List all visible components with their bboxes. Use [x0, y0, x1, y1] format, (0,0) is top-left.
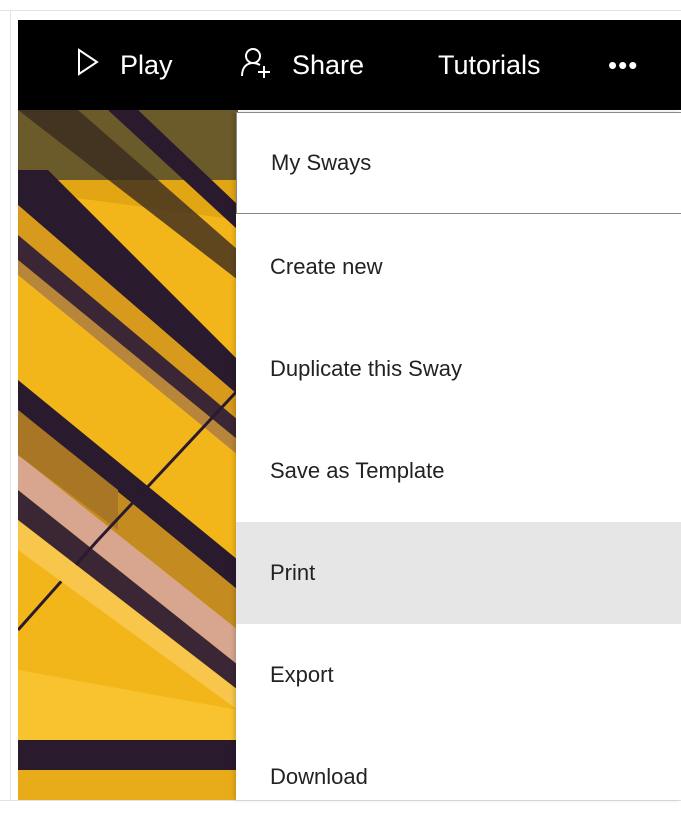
menu-item-create-new[interactable]: Create new [236, 216, 681, 318]
frame-border-top [0, 10, 681, 11]
play-icon [76, 47, 100, 84]
menu-item-label: My Sways [271, 150, 372, 175]
menu-item-download[interactable]: Download [236, 726, 681, 828]
tutorials-label: Tutorials [438, 49, 541, 80]
play-button[interactable]: Play [76, 20, 173, 110]
tutorials-button[interactable]: Tutorials [438, 20, 541, 110]
app-frame: Play Share Tutorials ••• My Sways Create… [0, 0, 681, 826]
menu-item-my-sways[interactable]: My Sways [236, 112, 681, 214]
menu-item-label: Save as Template [270, 458, 445, 483]
menu-item-save-as-template[interactable]: Save as Template [236, 420, 681, 522]
share-button[interactable]: Share [240, 20, 364, 110]
menu-item-label: Create new [270, 254, 383, 279]
menu-item-duplicate-sway[interactable]: Duplicate this Sway [236, 318, 681, 420]
more-options-button[interactable]: ••• [608, 20, 638, 110]
menu-item-print[interactable]: Print [236, 522, 681, 624]
menu-item-label: Export [270, 662, 334, 687]
menu-item-label: Download [270, 764, 368, 789]
frame-border-left [10, 10, 11, 800]
share-person-icon [240, 46, 272, 85]
more-icon: ••• [608, 49, 639, 80]
share-label: Share [292, 49, 365, 80]
play-label: Play [120, 49, 173, 80]
top-toolbar: Play Share Tutorials ••• [18, 20, 681, 110]
more-options-menu: My Sways Create new Duplicate this Sway … [236, 112, 681, 800]
menu-item-export[interactable]: Export [236, 624, 681, 726]
menu-item-label: Print [270, 560, 316, 585]
cover-image-graphic [18, 110, 238, 800]
menu-item-label: Duplicate this Sway [270, 356, 462, 381]
sway-cover-image [18, 110, 238, 800]
